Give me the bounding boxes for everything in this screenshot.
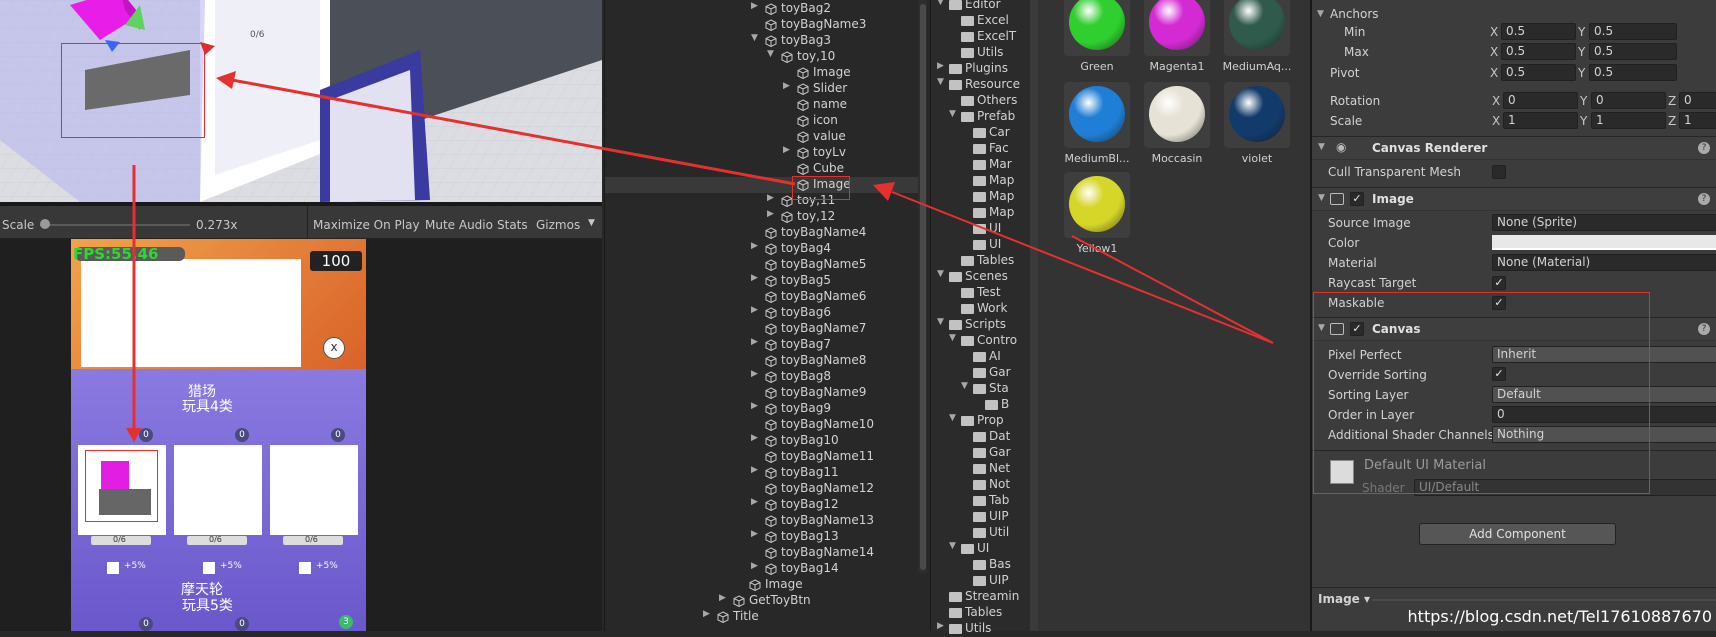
- annotation-line-inspector: [1071, 235, 1274, 344]
- annotation-arrow-head-inspector: [873, 182, 895, 201]
- annotation-arrow-head-left: [216, 71, 236, 89]
- annotation-arrow-inspector: [891, 191, 1274, 344]
- watermark-text: https://blog.csdn.net/Tel17610887670: [1407, 607, 1712, 626]
- annotation-arrows: [126, 71, 1274, 442]
- annotation-arrow-left: [231, 78, 796, 186]
- annotation-arrow-head-down: [126, 428, 142, 442]
